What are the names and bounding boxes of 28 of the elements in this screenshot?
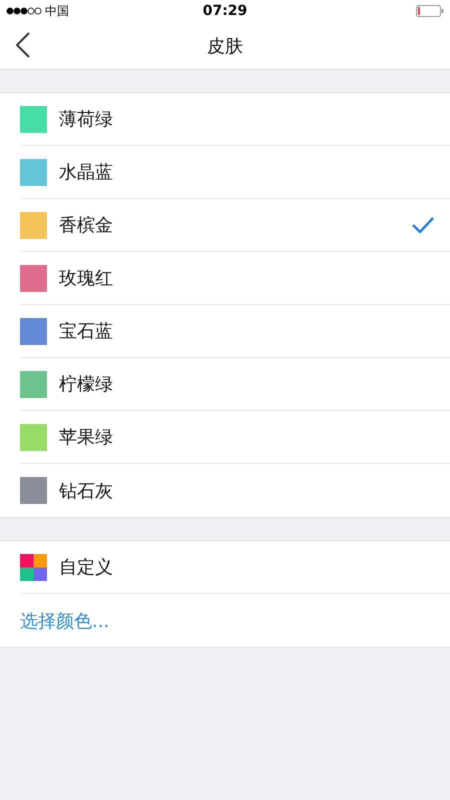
battery-icon: [416, 5, 444, 17]
skin-name: 玫瑰红: [59, 267, 114, 290]
skin-option[interactable]: 玫瑰红: [20, 252, 450, 305]
color-grid-icon: [20, 554, 47, 580]
back-icon: [16, 32, 30, 58]
skin-name: 苹果绿: [59, 426, 114, 449]
skin-name: 香槟金: [59, 214, 114, 237]
skin-name: 钻石灰: [59, 480, 114, 502]
skin-name: 宝石蓝: [59, 320, 114, 343]
skin-name: 水晶蓝: [59, 161, 114, 184]
skin-option[interactable]: 香槟金: [20, 199, 450, 252]
skin-name: 薄荷绿: [59, 108, 114, 131]
custom-label: 自定义: [59, 556, 114, 579]
skin-option[interactable]: 薄荷绿: [20, 93, 450, 146]
page-title: 皮肤: [207, 34, 243, 58]
status-time: 07:29: [202, 3, 248, 19]
checkmark-icon: [412, 217, 434, 233]
skin-option[interactable]: 水晶蓝: [20, 146, 450, 199]
skin-option[interactable]: 钻石灰: [20, 464, 450, 517]
signal-icon: [6, 7, 42, 15]
skin-option[interactable]: 苹果绿: [20, 411, 450, 464]
back-button[interactable]: [16, 32, 30, 58]
custom-option[interactable]: 自定义: [20, 541, 450, 594]
carrier-name: 中国: [45, 2, 69, 20]
choose-color-link[interactable]: 选择颜色...: [20, 608, 110, 632]
skin-option[interactable]: 宝石蓝: [20, 305, 450, 358]
skin-option[interactable]: 柠檬绿: [20, 358, 450, 411]
skin-name: 柠檬绿: [59, 373, 114, 396]
